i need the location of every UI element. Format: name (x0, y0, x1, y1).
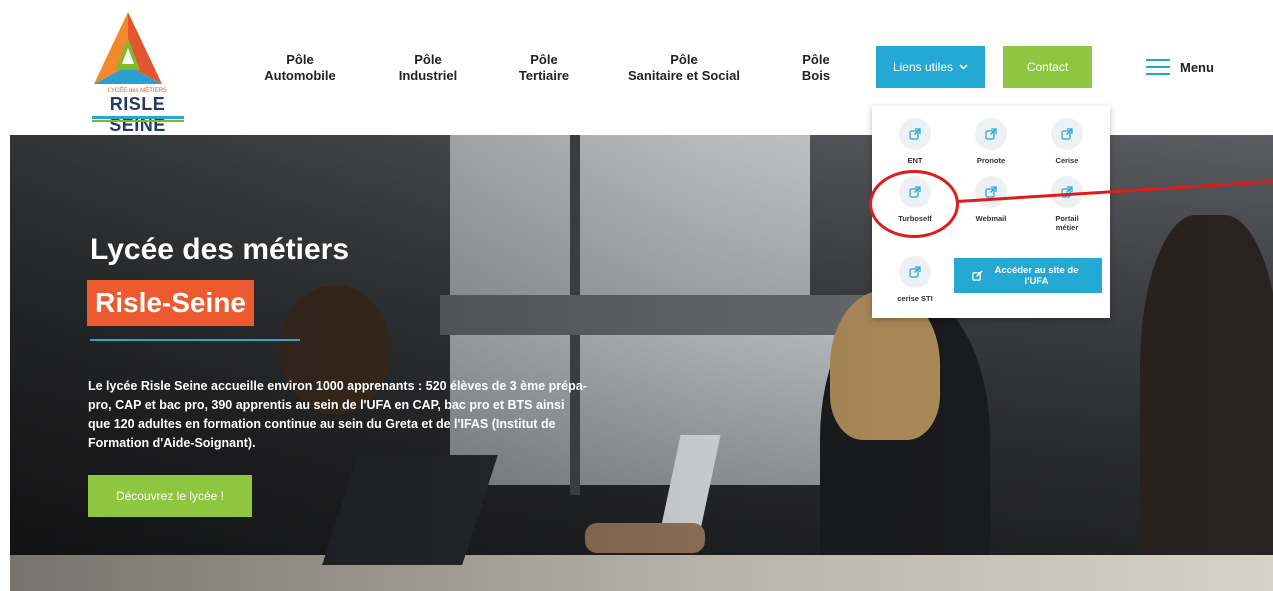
link-cerise[interactable]: Cerise (1032, 118, 1102, 165)
page: LYCÉE des MÉTIERS RISLE SEINE Pôle Autom… (0, 0, 1273, 591)
external-link-icon (899, 118, 931, 150)
ufa-site-button[interactable]: Accéder au site de l'UFA (954, 258, 1102, 293)
discover-button[interactable]: Découvrez le lycée ! (88, 475, 252, 517)
nav-label-line1: Pôle (414, 52, 442, 67)
hero-description: Le lycée Risle Seine accueille environ 1… (88, 379, 587, 450)
link-label: Cerise (1055, 156, 1079, 165)
hero-subtitle: Risle-Seine (87, 280, 254, 326)
chevron-down-icon (959, 64, 968, 70)
link-label: Webmail (975, 214, 1007, 223)
nav-label-line1: Pôle (670, 52, 698, 67)
external-link-icon (975, 176, 1007, 208)
nav-pole-sanitaire-social[interactable]: Pôle Sanitaire et Social (618, 52, 750, 84)
annotation-circle (869, 170, 959, 238)
ufa-site-label: Accéder au site de l'UFA (994, 264, 1079, 287)
nav-label-line2: Industriel (398, 68, 458, 83)
nav-label-line1: Pôle (802, 52, 830, 67)
hero-divider (90, 339, 300, 341)
link-label: Pronote (976, 156, 1006, 165)
external-link-icon (975, 118, 1007, 150)
nav-pole-industriel[interactable]: Pôle Industriel (390, 52, 466, 84)
link-ent[interactable]: ENT (880, 118, 950, 165)
nav-pole-automobile[interactable]: Pôle Automobile (258, 52, 342, 84)
hero-title: Lycée des métiers (90, 233, 350, 266)
nav-label-line2: Automobile (264, 68, 336, 83)
logo-underline (92, 116, 184, 119)
contact-label: Contact (1026, 60, 1069, 74)
menu-label: Menu (1180, 59, 1214, 75)
discover-button-label: Découvrez le lycée ! (115, 489, 225, 503)
link-label: ENT (907, 156, 923, 165)
nav-pole-bois[interactable]: Pôle Bois (794, 52, 838, 84)
external-link-icon (899, 256, 931, 288)
link-cerise-sti[interactable]: cerise STI (880, 256, 950, 303)
logo-underline-green (92, 120, 184, 122)
nav-label-line1: Pôle (286, 52, 314, 67)
nav-label-line1: Pôle (530, 52, 558, 67)
logo-name: RISLE SEINE (109, 94, 166, 135)
menu-button[interactable]: Menu (1146, 54, 1214, 80)
link-pronote[interactable]: Pronote (956, 118, 1026, 165)
link-portail-metier[interactable]: Portail métier (1032, 176, 1102, 232)
external-link-icon (1051, 118, 1083, 150)
link-label: cerise STI (897, 294, 933, 303)
nav-label-line2: Tertiaire (518, 68, 570, 83)
link-label: Portail métier (1055, 214, 1079, 232)
liens-utiles-button[interactable]: Liens utiles (876, 46, 985, 88)
logo-triangle-icon (94, 12, 162, 84)
nav-pole-tertiaire[interactable]: Pôle Tertiaire (508, 52, 580, 84)
liens-utiles-label: Liens utiles (892, 60, 954, 74)
school-logo[interactable]: LYCÉE des MÉTIERS RISLE SEINE (80, 8, 195, 135)
contact-button[interactable]: Contact (1003, 46, 1092, 88)
hamburger-icon (1146, 59, 1170, 75)
edit-link-icon (971, 270, 983, 281)
nav-label-line2: Bois (801, 68, 831, 83)
nav-label-line2: Sanitaire et Social (628, 68, 740, 83)
